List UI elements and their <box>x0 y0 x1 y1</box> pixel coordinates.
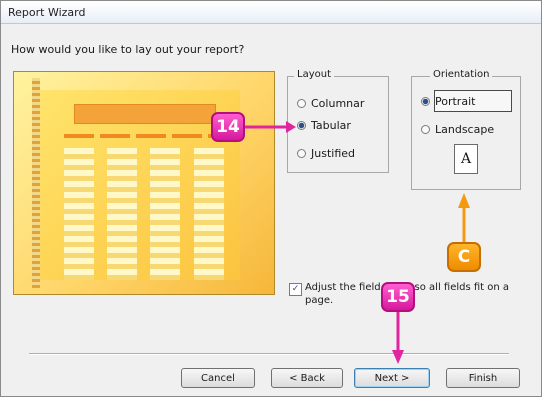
arrow-15-head <box>392 350 404 364</box>
arrow-14-head <box>286 121 296 133</box>
arrow-c-head <box>458 193 470 208</box>
callout-badge-15: 15 <box>381 282 415 312</box>
callout-arrows <box>244 121 470 364</box>
callout-badge-14: 14 <box>211 112 245 142</box>
callout-badge-c: C <box>447 242 481 272</box>
